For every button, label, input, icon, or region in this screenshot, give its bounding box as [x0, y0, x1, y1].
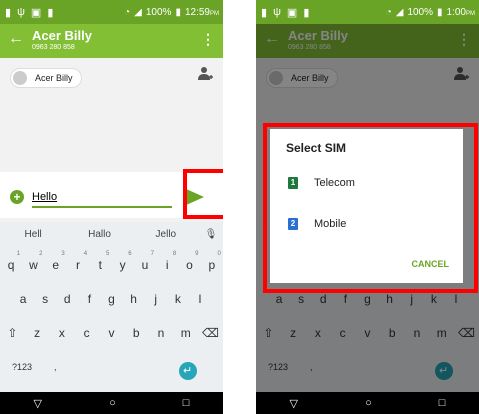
suggestion[interactable]: Hallo	[66, 229, 132, 240]
overflow-menu-icon[interactable]: ⋮	[201, 31, 215, 48]
key-v[interactable]: v	[102, 326, 120, 340]
contact-number: 0963 280 858	[32, 44, 75, 51]
image-icon: ▣	[30, 6, 42, 19]
message-input[interactable]: Hello	[32, 188, 172, 208]
nav-recent-icon[interactable]: □	[439, 397, 446, 409]
sim-name: Telecom	[314, 177, 355, 189]
key-u[interactable]: 7u	[136, 251, 154, 272]
sim-option-mobile[interactable]: 2 Mobile	[288, 218, 346, 230]
battery-percent: 100%	[407, 6, 434, 18]
clock: 1:00PM	[446, 6, 475, 18]
nav-home-icon[interactable]: ○	[109, 397, 116, 409]
wifi-icon: ◔	[124, 6, 131, 18]
suggestion-strip: Hell Hallo Jello 🎙	[0, 222, 223, 246]
battery-icon: ▮	[175, 6, 181, 18]
spacebar[interactable]	[57, 362, 167, 380]
sim-1-icon: 1	[288, 177, 298, 189]
backspace-icon[interactable]: ⌫	[202, 326, 220, 340]
key-x[interactable]: x	[53, 326, 71, 340]
usb-icon: ψ	[273, 5, 281, 18]
key-b[interactable]: b	[127, 326, 145, 340]
suggestion[interactable]: Hell	[0, 229, 66, 240]
key-row-1: 1q 2w 3e 4r 5t 6y 7u 8i 9o 0p	[0, 251, 223, 272]
symbols-key[interactable]: ?123	[12, 362, 32, 380]
sim-option-telecom[interactable]: 1 Telecom	[288, 177, 355, 189]
battery-icon: ▮	[437, 6, 443, 18]
nav-recent-icon[interactable]: □	[183, 397, 190, 409]
nav-back-icon[interactable]: ▽	[34, 397, 42, 410]
key-j[interactable]: j	[147, 292, 165, 306]
key-k[interactable]: k	[169, 292, 187, 306]
key-r[interactable]: 4r	[69, 251, 87, 272]
nav-bar: ▽ ○ □	[0, 392, 223, 414]
nav-home-icon[interactable]: ○	[365, 397, 372, 409]
key-d[interactable]: d	[58, 292, 76, 306]
status-bar: ▮ ψ ▣ ▮ ◔ ◢ 100% ▮ 1:00PM	[256, 0, 479, 24]
sim-name: Mobile	[314, 218, 347, 230]
recipient-area: Acer Billy	[0, 58, 223, 170]
back-arrow-icon[interactable]: ←	[8, 31, 24, 47]
key-h[interactable]: h	[125, 292, 143, 306]
image-icon: ▣	[286, 6, 298, 19]
key-n[interactable]: n	[152, 326, 170, 340]
clock: 12:59PM	[184, 6, 219, 18]
key-i[interactable]: 8i	[158, 251, 176, 272]
wifi-icon: ◔	[385, 6, 392, 18]
key-e[interactable]: 3e	[47, 251, 64, 272]
recipient-chip[interactable]: Acer Billy	[10, 68, 82, 88]
right-phone-screen: ▮ ψ ▣ ▮ ◔ ◢ 100% ▮ 1:00PM ← Acer Billy 0963…	[256, 0, 479, 414]
key-z[interactable]: z	[28, 326, 46, 340]
left-phone-screen: ▮ ψ ▣ ▮ ◔ ◢ 100% ▮ 12:59PM ← Acer Billy 096…	[0, 0, 223, 414]
dialog-title: Select SIM	[286, 141, 347, 155]
key-g[interactable]: g	[102, 292, 120, 306]
key-a[interactable]: a	[14, 292, 32, 306]
key-s[interactable]: s	[36, 292, 54, 306]
key-p[interactable]: 0p	[203, 251, 220, 272]
status-bar: ▮ ψ ▣ ▮ ◔ ◢ 100% ▮ 12:59PM	[0, 0, 223, 24]
suggestion[interactable]: Jello	[133, 229, 199, 240]
key-f[interactable]: f	[80, 292, 98, 306]
notification-icon: ▮	[303, 6, 310, 19]
attach-plus-icon[interactable]: +	[10, 190, 24, 204]
cancel-button[interactable]: CANCEL	[412, 259, 450, 269]
shift-icon[interactable]: ⇧	[3, 326, 21, 340]
microphone-icon[interactable]: 🎙	[199, 229, 223, 240]
key-w[interactable]: 2w	[24, 251, 42, 272]
enter-icon[interactable]: ↵	[178, 362, 197, 380]
key-y[interactable]: 6y	[114, 251, 132, 272]
avatar	[13, 71, 27, 85]
sim-2-icon: 2	[288, 218, 298, 230]
notification-icon: ▮	[47, 6, 54, 19]
key-m[interactable]: m	[177, 326, 195, 340]
recipient-chip-label: Acer Billy	[35, 73, 73, 83]
add-person-icon[interactable]	[197, 66, 213, 82]
notification-icon: ▮	[261, 6, 268, 19]
app-bar: ← Acer Billy 0963 280 858 ⋮	[0, 24, 223, 58]
notification-icon: ▮	[5, 6, 12, 19]
key-row-2: a s d f g h j k l	[0, 292, 223, 306]
key-row-3: ⇧ z x c v b n m ⌫	[0, 326, 223, 340]
nav-back-icon[interactable]: ▽	[290, 397, 298, 410]
signal-icon: ◢	[134, 6, 142, 18]
nav-bar: ▽ ○ □	[256, 392, 479, 414]
key-c[interactable]: c	[78, 326, 96, 340]
contact-name: Acer Billy	[32, 28, 92, 43]
keyboard: Hell Hallo Jello 🎙 1q 2w 3e 4r 5t 6y 7u …	[0, 222, 223, 392]
battery-percent: 100%	[145, 6, 172, 18]
key-q[interactable]: 1q	[2, 251, 20, 272]
signal-icon: ◢	[395, 6, 404, 18]
select-sim-dialog: Select SIM 1 Telecom 2 Mobile CANCEL	[270, 129, 463, 283]
key-row-4: ?123 , ↵	[0, 362, 223, 380]
key-o[interactable]: 9o	[181, 251, 198, 272]
key-l[interactable]: l	[191, 292, 209, 306]
send-highlight-box	[183, 169, 223, 219]
usb-icon: ψ	[17, 5, 25, 18]
key-t[interactable]: 5t	[91, 251, 110, 272]
